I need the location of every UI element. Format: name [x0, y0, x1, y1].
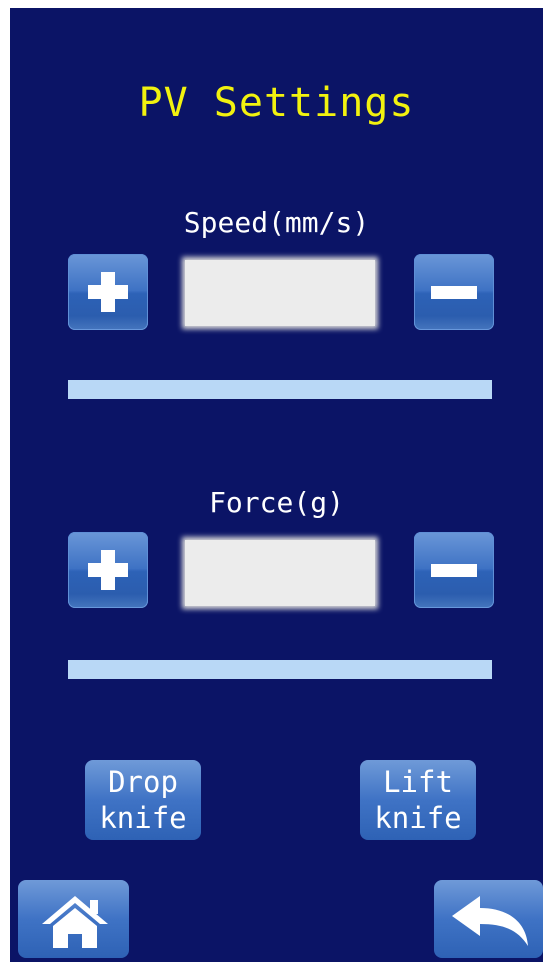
force-slider[interactable] [68, 660, 492, 679]
minus-icon [431, 564, 477, 577]
speed-slider[interactable] [68, 380, 492, 399]
home-button[interactable] [18, 880, 129, 958]
back-button[interactable] [434, 880, 543, 958]
lift-knife-label-line2: knife [374, 801, 462, 835]
force-value-field[interactable] [185, 540, 375, 606]
minus-icon [431, 286, 477, 299]
force-label: Force(g) [209, 486, 344, 519]
lift-knife-label-line1: Lift [383, 765, 453, 799]
page-title: PV Settings [138, 80, 415, 126]
home-icon [42, 896, 108, 948]
back-arrow-icon [452, 896, 528, 946]
pv-settings-screen: PV Settings Speed(mm/s) Force(g) Drop kn… [10, 8, 543, 962]
speed-value-field[interactable] [185, 260, 375, 326]
drop-knife-label-line2: knife [99, 801, 187, 835]
speed-increase-button[interactable] [68, 254, 148, 330]
speed-label: Speed(mm/s) [183, 206, 370, 239]
force-increase-button[interactable] [68, 532, 148, 608]
drop-knife-button[interactable]: Drop knife [85, 760, 201, 840]
speed-decrease-button[interactable] [414, 254, 494, 330]
drop-knife-label-line1: Drop [108, 765, 178, 799]
force-decrease-button[interactable] [414, 532, 494, 608]
lift-knife-button[interactable]: Lift knife [360, 760, 476, 840]
